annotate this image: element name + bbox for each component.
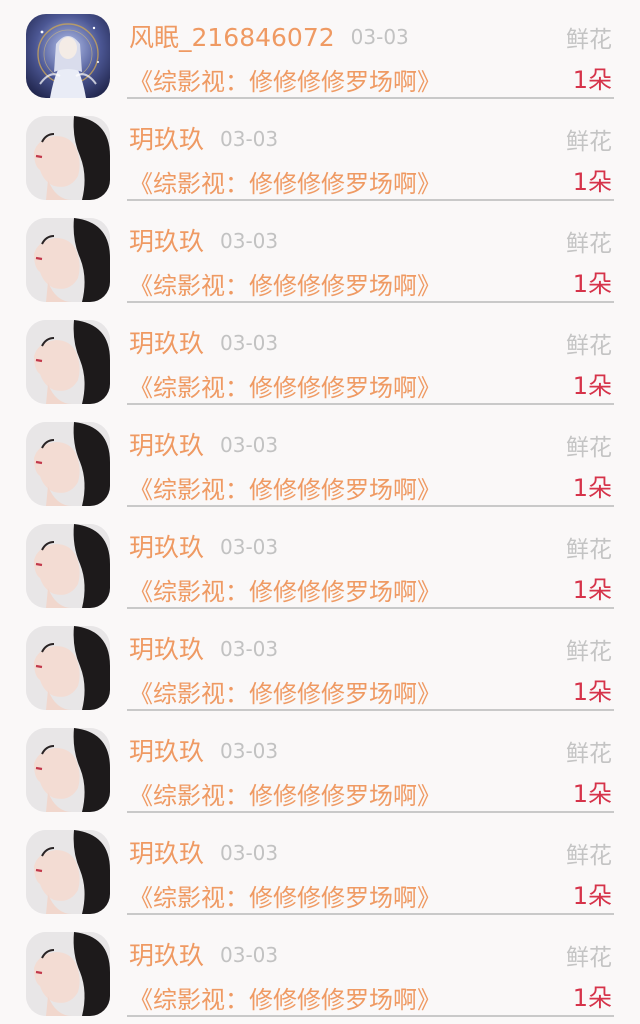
book-title-link[interactable]: 《综影视：修修修修罗场啊》 bbox=[129, 164, 441, 199]
list-item[interactable]: 玥玖玖 03-03 鲜花 《综影视：修修修修罗场啊》 1朵 bbox=[0, 510, 640, 612]
gift-count: 1朵 bbox=[572, 678, 612, 706]
woman-profile-avatar-icon[interactable] bbox=[26, 626, 110, 710]
book-title-link[interactable]: 《综影视：修修修修罗场啊》 bbox=[129, 878, 441, 913]
username[interactable]: 玥玖玖 03-03 bbox=[129, 120, 278, 156]
anime-girl-avatar-icon[interactable] bbox=[26, 14, 110, 98]
divider bbox=[127, 301, 614, 303]
book-title-link[interactable]: 《综影视：修修修修罗场啊》 bbox=[129, 674, 441, 709]
gift-type-label: 鲜花 bbox=[566, 639, 612, 665]
book-title-link[interactable]: 《综影视：修修修修罗场啊》 bbox=[129, 368, 441, 403]
username-text[interactable]: 玥玖玖 bbox=[129, 941, 204, 970]
list-item[interactable]: 玥玖玖 03-03 鲜花 《综影视：修修修修罗场啊》 1朵 bbox=[0, 102, 640, 204]
gift-count: 1朵 bbox=[572, 984, 612, 1012]
username-text[interactable]: 玥玖玖 bbox=[129, 635, 204, 664]
gift-type-label: 鲜花 bbox=[566, 333, 612, 359]
woman-profile-avatar-icon[interactable] bbox=[26, 830, 110, 914]
woman-profile-avatar-icon[interactable] bbox=[26, 218, 110, 302]
username-text[interactable]: 玥玖玖 bbox=[129, 737, 204, 766]
list-item[interactable]: 玥玖玖 03-03 鲜花 《综影视：修修修修罗场啊》 1朵 bbox=[0, 918, 640, 1020]
username[interactable]: 玥玖玖 03-03 bbox=[129, 834, 278, 870]
gift-date: 03-03 bbox=[220, 535, 279, 559]
gift-type-label: 鲜花 bbox=[566, 741, 612, 767]
book-title-link[interactable]: 《综影视：修修修修罗场啊》 bbox=[129, 62, 441, 97]
gift-type-label: 鲜花 bbox=[566, 231, 612, 257]
username-text[interactable]: 玥玖玖 bbox=[129, 329, 204, 358]
username-text[interactable]: 玥玖玖 bbox=[129, 533, 204, 562]
gift-count: 1朵 bbox=[572, 474, 612, 502]
username-text[interactable]: 玥玖玖 bbox=[129, 227, 204, 256]
divider bbox=[127, 913, 614, 915]
gift-date: 03-03 bbox=[220, 841, 279, 865]
gift-date: 03-03 bbox=[220, 943, 279, 967]
username[interactable]: 玥玖玖 03-03 bbox=[129, 426, 278, 462]
username-text[interactable]: 玥玖玖 bbox=[129, 431, 204, 460]
username[interactable]: 玥玖玖 03-03 bbox=[129, 324, 278, 360]
woman-profile-avatar-icon[interactable] bbox=[26, 320, 110, 404]
divider bbox=[127, 505, 614, 507]
gift-type-label: 鲜花 bbox=[566, 945, 612, 971]
divider bbox=[127, 811, 614, 813]
gift-date: 03-03 bbox=[220, 739, 279, 763]
gift-count: 1朵 bbox=[572, 66, 612, 94]
divider bbox=[127, 199, 614, 201]
list-item[interactable]: 玥玖玖 03-03 鲜花 《综影视：修修修修罗场啊》 1朵 bbox=[0, 408, 640, 510]
username-text[interactable]: 风眠_216846072 bbox=[129, 23, 335, 52]
list-item[interactable]: 风眠_216846072 03-03 鲜花 《综影视：修修修修罗场啊》 1朵 bbox=[0, 0, 640, 102]
gift-date: 03-03 bbox=[350, 25, 409, 49]
gift-count: 1朵 bbox=[572, 882, 612, 910]
book-title-link[interactable]: 《综影视：修修修修罗场啊》 bbox=[129, 572, 441, 607]
woman-profile-avatar-icon[interactable] bbox=[26, 524, 110, 608]
username[interactable]: 风眠_216846072 03-03 bbox=[129, 18, 409, 54]
gift-record-list: 风眠_216846072 03-03 鲜花 《综影视：修修修修罗场啊》 1朵 玥玖… bbox=[0, 0, 640, 1024]
gift-date: 03-03 bbox=[220, 331, 279, 355]
username[interactable]: 玥玖玖 03-03 bbox=[129, 936, 278, 972]
gift-type-label: 鲜花 bbox=[566, 129, 612, 155]
gift-date: 03-03 bbox=[220, 127, 279, 151]
gift-type-label: 鲜花 bbox=[566, 27, 612, 53]
gift-count: 1朵 bbox=[572, 270, 612, 298]
gift-count: 1朵 bbox=[572, 372, 612, 400]
username[interactable]: 玥玖玖 03-03 bbox=[129, 528, 278, 564]
woman-profile-avatar-icon[interactable] bbox=[26, 116, 110, 200]
gift-count: 1朵 bbox=[572, 780, 612, 808]
divider bbox=[127, 97, 614, 99]
divider bbox=[127, 1015, 614, 1017]
username-text[interactable]: 玥玖玖 bbox=[129, 125, 204, 154]
book-title-link[interactable]: 《综影视：修修修修罗场啊》 bbox=[129, 776, 441, 811]
gift-type-label: 鲜花 bbox=[566, 537, 612, 563]
divider bbox=[127, 403, 614, 405]
woman-profile-avatar-icon[interactable] bbox=[26, 932, 110, 1016]
username[interactable]: 玥玖玖 03-03 bbox=[129, 222, 278, 258]
list-item[interactable]: 玥玖玖 03-03 鲜花 《综影视：修修修修罗场啊》 1朵 bbox=[0, 306, 640, 408]
gift-count: 1朵 bbox=[572, 168, 612, 196]
book-title-link[interactable]: 《综影视：修修修修罗场啊》 bbox=[129, 470, 441, 505]
list-item[interactable]: 玥玖玖 03-03 鲜花 《综影视：修修修修罗场啊》 1朵 bbox=[0, 204, 640, 306]
woman-profile-avatar-icon[interactable] bbox=[26, 728, 110, 812]
gift-date: 03-03 bbox=[220, 433, 279, 457]
book-title-link[interactable]: 《综影视：修修修修罗场啊》 bbox=[129, 266, 441, 301]
username[interactable]: 玥玖玖 03-03 bbox=[129, 732, 278, 768]
book-title-link[interactable]: 《综影视：修修修修罗场啊》 bbox=[129, 980, 441, 1015]
gift-type-label: 鲜花 bbox=[566, 843, 612, 869]
gift-type-label: 鲜花 bbox=[566, 435, 612, 461]
woman-profile-avatar-icon[interactable] bbox=[26, 422, 110, 506]
gift-date: 03-03 bbox=[220, 637, 279, 661]
divider bbox=[127, 709, 614, 711]
list-item[interactable]: 玥玖玖 03-03 鲜花 《综影视：修修修修罗场啊》 1朵 bbox=[0, 816, 640, 918]
username[interactable]: 玥玖玖 03-03 bbox=[129, 630, 278, 666]
list-item[interactable]: 玥玖玖 03-03 鲜花 《综影视：修修修修罗场啊》 1朵 bbox=[0, 714, 640, 816]
username-text[interactable]: 玥玖玖 bbox=[129, 839, 204, 868]
list-item[interactable]: 玥玖玖 03-03 鲜花 《综影视：修修修修罗场啊》 1朵 bbox=[0, 612, 640, 714]
gift-count: 1朵 bbox=[572, 576, 612, 604]
gift-date: 03-03 bbox=[220, 229, 279, 253]
divider bbox=[127, 607, 614, 609]
